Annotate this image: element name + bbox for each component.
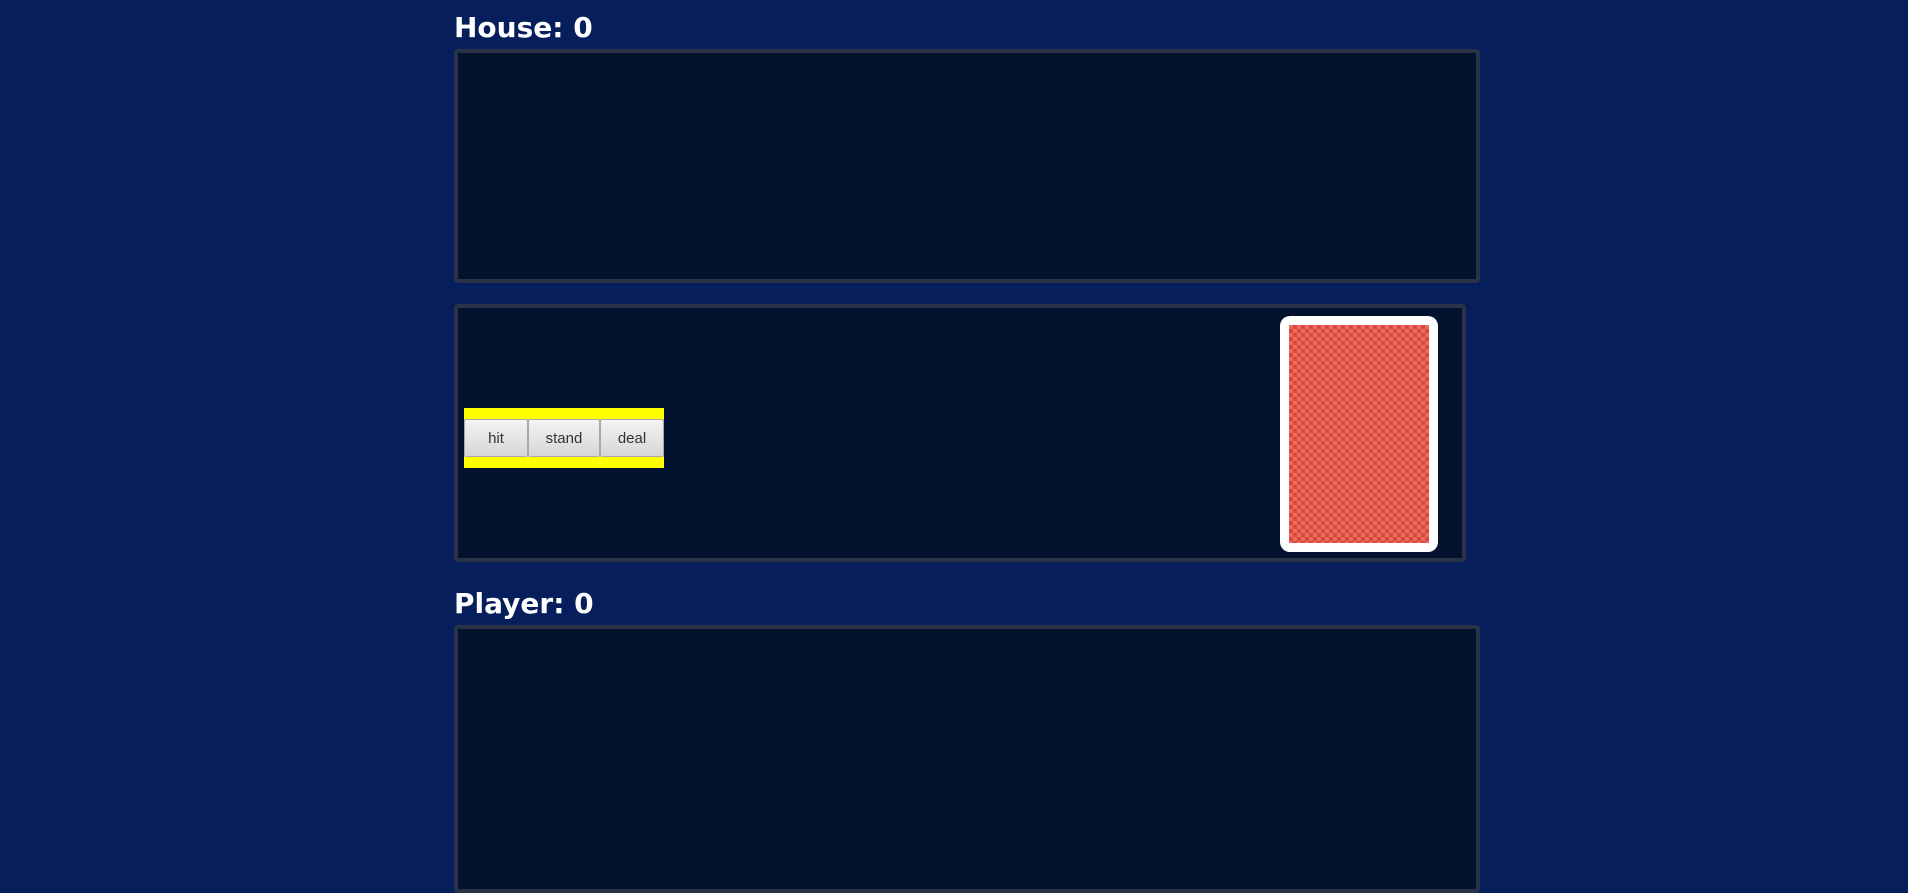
stand-button[interactable]: stand [528,419,600,457]
table-area: hit stand deal [454,304,1466,562]
player-score-heading: Player: 0 [454,587,594,620]
house-hand-area [454,49,1480,283]
card-back-pattern [1289,325,1429,543]
controls-bar: hit stand deal [464,408,664,468]
house-score-heading: House: 0 [454,11,593,44]
deck-card-back[interactable] [1280,316,1438,552]
hit-button[interactable]: hit [464,419,528,457]
deal-button[interactable]: deal [600,419,664,457]
